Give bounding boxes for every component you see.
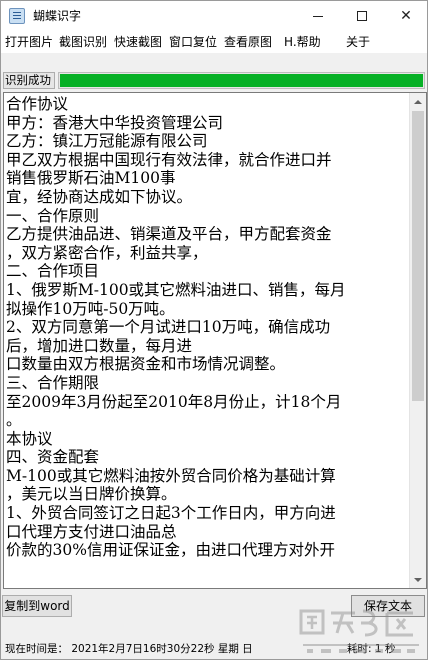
text-line: 二、合作项目	[6, 262, 100, 281]
status-label: 识别成功	[3, 72, 55, 89]
close-button[interactable]: ✕	[384, 1, 428, 31]
text-line: 宜，经协商达成如下协议。	[6, 187, 193, 206]
text-line: 。	[6, 411, 22, 430]
text-line: 四、资金配套	[6, 448, 100, 467]
menu-screenshot-recognize[interactable]: 截图识别	[59, 34, 107, 50]
text-line: 三、合作期限	[6, 373, 100, 392]
text-line: 后，增加进口数量，每月进	[6, 336, 193, 355]
menu-open-image[interactable]: 打开图片	[5, 34, 53, 50]
text-line: 拟操作10万吨-50万吨。	[6, 299, 175, 318]
text-line: ，双方紧密合作，利益共享，	[6, 243, 208, 262]
recognized-text-area[interactable]: 合作协议 甲方：香港大中华投资管理公司 乙方：镇江万冠能源有限公司 甲乙双方根据中国现…	[3, 92, 427, 589]
text-line: 2、双方同意第一个月试进口10万吨，确信成功	[6, 318, 331, 337]
chevron-down-icon	[414, 577, 422, 582]
text-line: 口代理方支付进口油品总	[6, 522, 177, 541]
elapsed-time: 耗时: 1 秒	[347, 643, 396, 655]
close-icon: ✕	[400, 8, 412, 24]
copy-to-word-button[interactable]: 复制到word	[2, 595, 72, 617]
chevron-up-icon	[414, 99, 422, 104]
text-line: 甲乙双方根据中国现行有效法律，就合作进口并	[6, 150, 332, 169]
vertical-scrollbar[interactable]	[409, 93, 426, 588]
menu-about[interactable]: 关于	[346, 34, 370, 50]
scroll-down-button[interactable]	[410, 571, 426, 588]
menu-view-original[interactable]: 查看原图	[224, 34, 272, 50]
scroll-up-button[interactable]	[410, 93, 426, 110]
text-line: 一、合作原则	[6, 206, 100, 225]
menu-help[interactable]: H.帮助	[284, 34, 321, 50]
app-icon	[9, 8, 25, 24]
maximize-button[interactable]	[340, 1, 384, 31]
scrollbar-thumb[interactable]	[412, 111, 424, 401]
menu-reset-window[interactable]: 窗口复位	[169, 34, 217, 50]
text-line: ，美元以当日牌价换算。	[6, 485, 177, 504]
text-line: 价款的30%信用证保证金，由进口代理方对外开	[6, 541, 335, 560]
title-bar[interactable]: 蝴蝶识字 ✕	[1, 1, 427, 31]
text-line: 本协议	[6, 429, 53, 448]
text-line: 乙方：镇江万冠能源有限公司	[6, 132, 208, 151]
status-footer: 现在时间是： 2021年2月7日16时30分22秒 星期 日 耗时: 1 秒	[1, 639, 427, 659]
text-line: 销售俄罗斯石油M100事	[6, 169, 176, 188]
current-time: 现在时间是： 2021年2月7日16时30分22秒 星期 日	[5, 643, 253, 655]
minimize-button[interactable]	[296, 1, 340, 31]
text-line: M-100或其它燃料油按外贸合同价格为基础计算	[6, 466, 336, 485]
maximize-icon	[357, 11, 367, 21]
text-line: 至2009年3月份起至2010年8月份止，计18个月	[6, 392, 342, 411]
menu-quick-screenshot[interactable]: 快速截图	[114, 34, 162, 50]
text-line: 合作协议	[6, 95, 69, 113]
text-line: 1、俄罗斯M-100或其它燃料油进口、销售，每月	[6, 280, 346, 299]
text-line: 1、外贸合同签订之日起3个工作日内，甲方向进	[6, 504, 336, 523]
text-line: 乙方提供油品进、销渠道及平台，甲方配套资金	[6, 225, 332, 244]
save-text-button[interactable]: 保存文本	[351, 595, 425, 617]
progress-bar	[58, 72, 425, 89]
progress-fill	[60, 74, 423, 87]
text-line: 甲方：香港大中华投资管理公司	[6, 113, 224, 132]
minimize-icon	[313, 15, 323, 17]
app-window: 蝴蝶识字 ✕ 打开图片 截图识别 快速截图 窗口复位 查看原图 H.帮助 关于 …	[0, 0, 428, 660]
recognized-text[interactable]: 合作协议 甲方：香港大中华投资管理公司 乙方：镇江万冠能源有限公司 甲乙双方根据中国现…	[6, 95, 407, 560]
window-title: 蝴蝶识字	[33, 9, 82, 23]
text-line: 口数量由双方根据资金和市场情况调整。	[6, 355, 286, 374]
menu-bar: 打开图片 截图识别 快速截图 窗口复位 查看原图 H.帮助 关于	[1, 31, 427, 53]
